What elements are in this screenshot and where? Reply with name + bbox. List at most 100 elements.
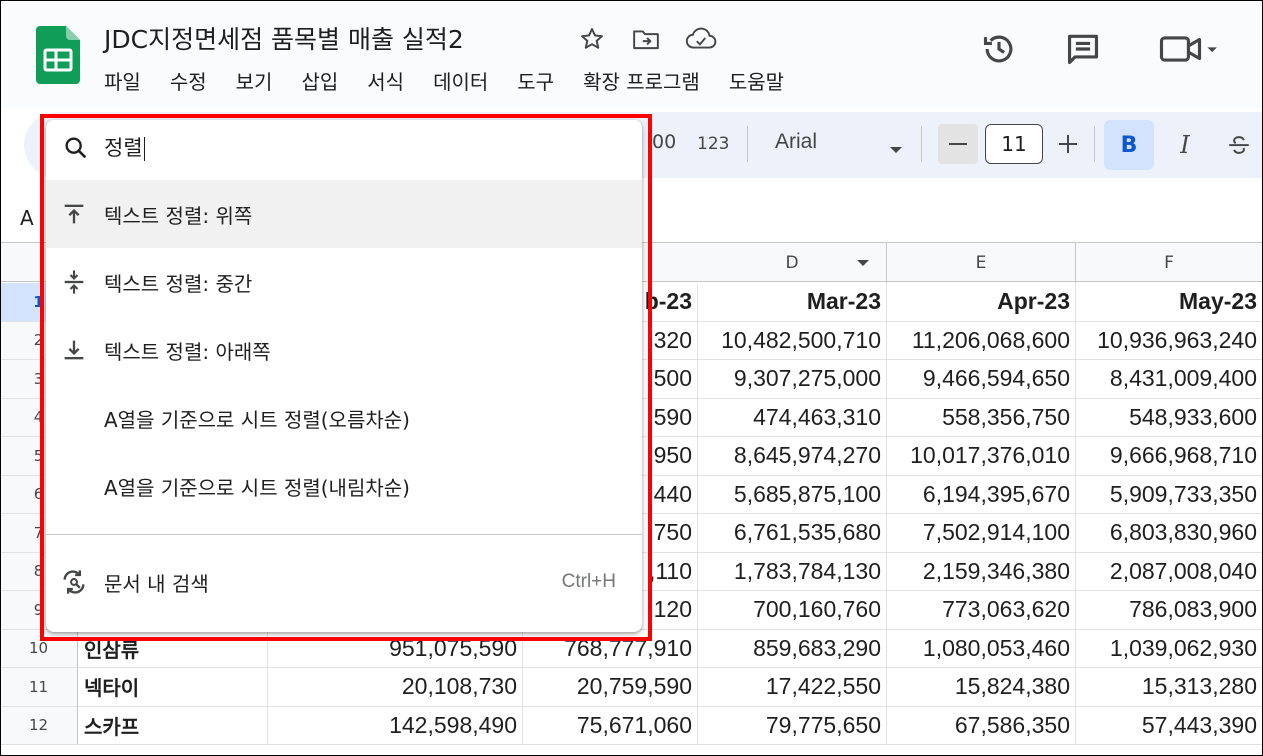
- toolbar-divider: [747, 126, 748, 162]
- cell-col-e[interactable]: 773,063,620: [887, 591, 1076, 630]
- palette-item-label: A열을 기준으로 시트 정렬(오름차순): [104, 407, 410, 432]
- cell-col-d[interactable]: 5,685,875,100: [698, 475, 887, 514]
- cell-col-c[interactable]: 768,777,910: [523, 629, 698, 668]
- column-header-d[interactable]: D: [698, 243, 887, 283]
- keyboard-shortcut: Ctrl+H: [561, 571, 616, 592]
- cell-col-f[interactable]: 9,666,968,710: [1076, 437, 1263, 476]
- cell-col-c[interactable]: 75,671,060: [523, 706, 698, 745]
- palette-item-align-middle[interactable]: 텍스트 정렬: 중간: [46, 248, 642, 316]
- palette-item-sort-ascending[interactable]: A열을 기준으로 시트 정렬(오름차순): [46, 384, 642, 452]
- menu-extensions[interactable]: 확장 프로그램: [583, 66, 700, 95]
- cell-col-f[interactable]: 5,909,733,350: [1076, 475, 1263, 514]
- sheets-logo-icon[interactable]: [36, 26, 80, 84]
- palette-item-align-bottom[interactable]: 텍스트 정렬: 아래쪽: [46, 316, 642, 384]
- palette-item-label: 텍스트 정렬: 아래쪽: [104, 339, 271, 364]
- font-size-input[interactable]: 11: [985, 124, 1043, 164]
- palette-item-find-in-document[interactable]: 문서 내 검색 Ctrl+H: [46, 548, 642, 616]
- palette-item-sort-descending[interactable]: A열을 기준으로 시트 정렬(내림차순): [46, 452, 642, 520]
- font-dropdown-arrow-icon[interactable]: [888, 140, 904, 159]
- star-icon[interactable]: [575, 22, 609, 56]
- menu-help[interactable]: 도움말: [729, 66, 784, 95]
- palette-divider: [46, 534, 642, 535]
- move-folder-icon[interactable]: [629, 22, 663, 56]
- cell-col-e[interactable]: Apr-23: [887, 283, 1076, 322]
- cell-col-f[interactable]: 786,083,900: [1076, 591, 1263, 630]
- cell-col-e[interactable]: 67,586,350: [887, 706, 1076, 745]
- cell-item-name[interactable]: 인삼류: [78, 629, 268, 668]
- column-header-f[interactable]: F: [1076, 243, 1263, 283]
- cell-col-f[interactable]: 8,431,009,400: [1076, 360, 1263, 399]
- cell-item-name[interactable]: 넥타이: [78, 668, 268, 707]
- menu-search-input[interactable]: 정렬: [104, 132, 145, 162]
- find-in-document-icon: [63, 570, 85, 594]
- column-header-e[interactable]: E: [887, 243, 1076, 283]
- bold-button[interactable]: B: [1104, 120, 1154, 170]
- menu-format[interactable]: 서식: [367, 66, 404, 95]
- cell-col-f[interactable]: 2,087,008,040: [1076, 552, 1263, 591]
- cell-col-d[interactable]: 859,683,290: [698, 629, 887, 668]
- cell-col-d[interactable]: 6,761,535,680: [698, 514, 887, 553]
- cell-col-d[interactable]: 79,775,650: [698, 706, 887, 745]
- toolbar-divider: [921, 126, 922, 162]
- increase-font-size-button[interactable]: [1050, 124, 1086, 164]
- version-history-icon[interactable]: [980, 30, 1018, 68]
- cell-col-e[interactable]: 10,017,376,010: [887, 437, 1076, 476]
- name-box[interactable]: A: [20, 206, 34, 230]
- column-filter-arrow-icon[interactable]: [856, 259, 870, 268]
- align-bottom-icon: [64, 340, 84, 360]
- cell-col-d[interactable]: Mar-23: [698, 283, 887, 322]
- row-header[interactable]: 12: [0, 706, 78, 745]
- cell-col-f[interactable]: 57,443,390: [1076, 706, 1263, 745]
- menu-insert[interactable]: 삽입: [301, 66, 338, 95]
- cell-col-d[interactable]: 1,783,784,130: [698, 552, 887, 591]
- comments-icon[interactable]: [1064, 30, 1102, 68]
- menu-file[interactable]: 파일: [104, 66, 141, 95]
- cell-col-e[interactable]: 2,159,346,380: [887, 552, 1076, 591]
- menu-edit[interactable]: 수정: [170, 66, 207, 95]
- strikethrough-icon[interactable]: [1214, 120, 1263, 170]
- cell-col-d[interactable]: 10,482,500,710: [698, 321, 887, 360]
- cell-col-e[interactable]: 1,080,053,460: [887, 629, 1076, 668]
- cell-col-e[interactable]: 7,502,914,100: [887, 514, 1076, 553]
- search-icon: [65, 137, 87, 159]
- italic-button[interactable]: I: [1160, 120, 1210, 170]
- cell-item-name[interactable]: 스카프: [78, 706, 268, 745]
- toolbar-divider: [1094, 126, 1095, 162]
- cell-col-d[interactable]: 9,307,275,000: [698, 360, 887, 399]
- cell-col-e[interactable]: 558,356,750: [887, 398, 1076, 437]
- cell-col-e[interactable]: 11,206,068,600: [887, 321, 1076, 360]
- cell-col-d[interactable]: 474,463,310: [698, 398, 887, 437]
- align-top-icon: [64, 204, 84, 224]
- cell-col-d[interactable]: 700,160,760: [698, 591, 887, 630]
- cloud-saved-icon[interactable]: [684, 22, 718, 56]
- cell-col-f[interactable]: 1,039,062,930: [1076, 629, 1263, 668]
- row-header[interactable]: 10: [0, 629, 78, 668]
- cell-col-f[interactable]: 6,803,830,960: [1076, 514, 1263, 553]
- cell-col-e[interactable]: 6,194,395,670: [887, 475, 1076, 514]
- menu-tools[interactable]: 도구: [517, 66, 554, 95]
- decrease-decimal-button[interactable]: .00: [646, 131, 676, 153]
- document-title[interactable]: JDC지정면세점 품목별 매출 실적2: [104, 20, 464, 56]
- palette-item-align-top[interactable]: 텍스트 정렬: 위쪽: [46, 180, 642, 248]
- menu-view[interactable]: 보기: [236, 66, 273, 95]
- cell-col-f[interactable]: 548,933,600: [1076, 398, 1263, 437]
- cell-col-d[interactable]: 17,422,550: [698, 668, 887, 707]
- font-family-select[interactable]: Arial: [775, 130, 817, 154]
- number-format-button[interactable]: 123: [697, 134, 729, 154]
- menu-data[interactable]: 데이터: [433, 66, 488, 95]
- cell-col-b[interactable]: 951,075,590: [268, 629, 523, 668]
- cell-col-c[interactable]: 20,759,590: [523, 668, 698, 707]
- cell-col-f[interactable]: 15,313,280: [1076, 668, 1263, 707]
- cell-col-e[interactable]: 9,466,594,650: [887, 360, 1076, 399]
- cell-col-b[interactable]: 142,598,490: [268, 706, 523, 745]
- menu-search-box[interactable]: 정렬: [46, 120, 642, 176]
- meet-video-icon[interactable]: [1158, 30, 1222, 68]
- cell-col-f[interactable]: 10,936,963,240: [1076, 321, 1263, 360]
- cell-col-f[interactable]: May-23: [1076, 283, 1263, 322]
- cell-col-b[interactable]: 20,108,730: [268, 668, 523, 707]
- row-header[interactable]: 11: [0, 668, 78, 707]
- palette-item-label: 문서 내 검색: [104, 571, 209, 596]
- cell-col-d[interactable]: 8,645,974,270: [698, 437, 887, 476]
- cell-col-e[interactable]: 15,824,380: [887, 668, 1076, 707]
- decrease-font-size-button[interactable]: [938, 124, 978, 164]
